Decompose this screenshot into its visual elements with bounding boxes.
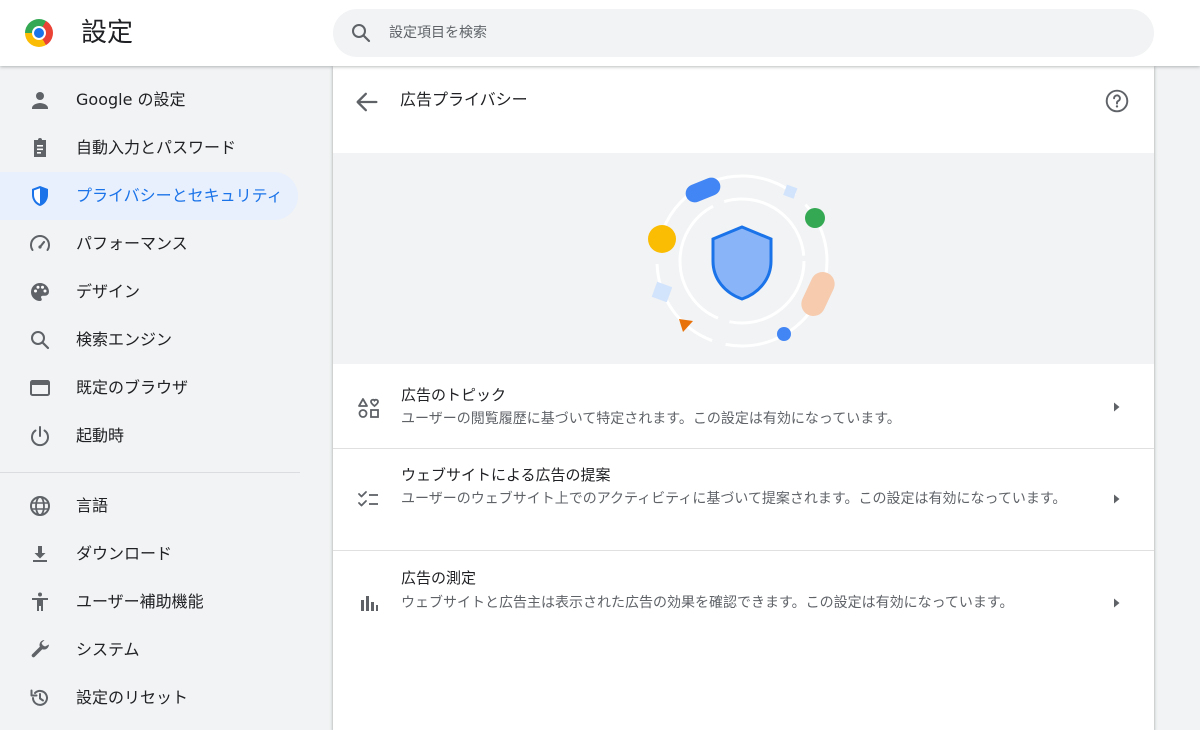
- top-bar: 設定: [0, 0, 1200, 66]
- sidebar-divider: [0, 472, 300, 473]
- sidebar-item-label: パフォーマンス: [76, 234, 188, 253]
- globe-icon: [30, 496, 50, 516]
- sidebar-item-label: システム: [76, 640, 140, 659]
- site-suggested-ads-description: ユーザーのウェブサイト上でのアクティビティに基づいて提案されます。この設定は有効…: [401, 491, 1067, 507]
- ad-measurement-description: ウェブサイトと広告主は表示された広告の効果を確認できます。この設定は有効になって…: [401, 595, 1014, 611]
- bar-chart-icon: [361, 596, 378, 611]
- sidebar-item-label: 既定のブラウザ: [76, 378, 189, 397]
- clipboard-icon: [34, 138, 46, 157]
- ad-topics-row[interactable]: 広告のトピック ユーザーの閲覧履歴に基づいて特定されます。この設定は有効になって…: [333, 364, 1154, 448]
- ad-topics-title: 広告のトピック: [401, 386, 507, 404]
- privacy-illustration: [648, 174, 835, 348]
- checklist-icon: [358, 491, 378, 507]
- sidebar-item-label: 言語: [76, 496, 109, 515]
- sidebar-item-performance[interactable]: パフォーマンス: [0, 220, 298, 268]
- chevron-right-icon: [1114, 402, 1120, 412]
- sidebar-item-system[interactable]: システム: [0, 626, 298, 674]
- page-title: 設定: [81, 18, 134, 48]
- sidebar-item-label: 検索エンジン: [76, 330, 173, 349]
- sidebar-item-label: 自動入力とパスワード: [76, 138, 237, 157]
- sidebar-item-downloads[interactable]: ダウンロード: [0, 530, 298, 578]
- ad-measurement-row[interactable]: 広告の測定 ウェブサイトと広告主は表示された広告の効果を確認できます。この設定は…: [333, 551, 1154, 652]
- download-icon: [33, 546, 47, 562]
- ad-topics-description: ユーザーの閲覧履歴に基づいて特定されます。この設定は有効になっています。: [401, 411, 901, 427]
- help-icon[interactable]: [1104, 88, 1130, 114]
- browser-icon: [30, 380, 50, 396]
- chevron-right-icon: [1114, 494, 1120, 504]
- chrome-logo-icon: [25, 19, 53, 47]
- sidebar-item-label: 設定のリセット: [76, 688, 189, 707]
- sidebar-item-privacy-security[interactable]: プライバシーとセキュリティ: [0, 172, 298, 220]
- search-icon: [352, 24, 371, 43]
- topics-icon: [358, 398, 379, 418]
- person-icon: [32, 92, 48, 109]
- site-suggested-ads-row[interactable]: ウェブサイトによる広告の提案 ユーザーのウェブサイト上でのアクティビティに基づい…: [333, 449, 1154, 550]
- sidebar-item-label: 起動時: [76, 426, 125, 445]
- site-suggested-ads-title: ウェブサイトによる広告の提案: [401, 466, 611, 484]
- sidebar-item-label: Google の設定: [76, 90, 186, 109]
- wrench-icon: [31, 640, 49, 658]
- sidebar-item-google-settings[interactable]: Google の設定: [0, 76, 298, 124]
- reset-icon: [30, 689, 48, 706]
- sidebar-item-label: デザイン: [76, 282, 141, 301]
- subpage-title: 広告プライバシー: [400, 90, 528, 109]
- sidebar-item-languages[interactable]: 言語: [0, 482, 298, 530]
- sidebar-item-on-startup[interactable]: 起動時: [0, 412, 298, 460]
- search-input[interactable]: [389, 9, 1129, 57]
- privacy-illustration-banner: [333, 153, 1154, 364]
- chevron-right-icon: [1114, 598, 1120, 608]
- sidebar-item-default-browser[interactable]: 既定のブラウザ: [0, 364, 298, 412]
- speedometer-icon: [30, 235, 50, 251]
- sidebar-item-label: ダウンロード: [76, 544, 173, 563]
- ad-measurement-title: 広告の測定: [401, 569, 477, 587]
- palette-icon: [31, 283, 49, 301]
- sidebar-item-autofill[interactable]: 自動入力とパスワード: [0, 124, 298, 172]
- back-arrow-icon[interactable]: [353, 88, 381, 116]
- sidebar-item-label: プライバシーとセキュリティ: [76, 186, 283, 205]
- sidebar-item-label: ユーザー補助機能: [76, 592, 204, 611]
- power-icon: [31, 426, 49, 447]
- accessibility-icon: [32, 592, 48, 611]
- search-icon: [31, 331, 50, 350]
- sidebar-item-search-engine[interactable]: 検索エンジン: [0, 316, 298, 364]
- sidebar-item-reset-settings[interactable]: 設定のリセット: [0, 674, 298, 722]
- sidebar-item-appearance[interactable]: デザイン: [0, 268, 298, 316]
- ad-privacy-card: 広告プライバシー 広告のトピック ユーザーの閲覧履歴に基づいて特定されます。この…: [333, 66, 1154, 730]
- search-bar[interactable]: [333, 9, 1154, 57]
- shield-icon: [32, 186, 48, 206]
- sidebar: Google の設定 自動入力とパスワード プライバシーとセキュリティ パフォー…: [0, 66, 320, 730]
- sidebar-item-accessibility[interactable]: ユーザー補助機能: [0, 578, 298, 626]
